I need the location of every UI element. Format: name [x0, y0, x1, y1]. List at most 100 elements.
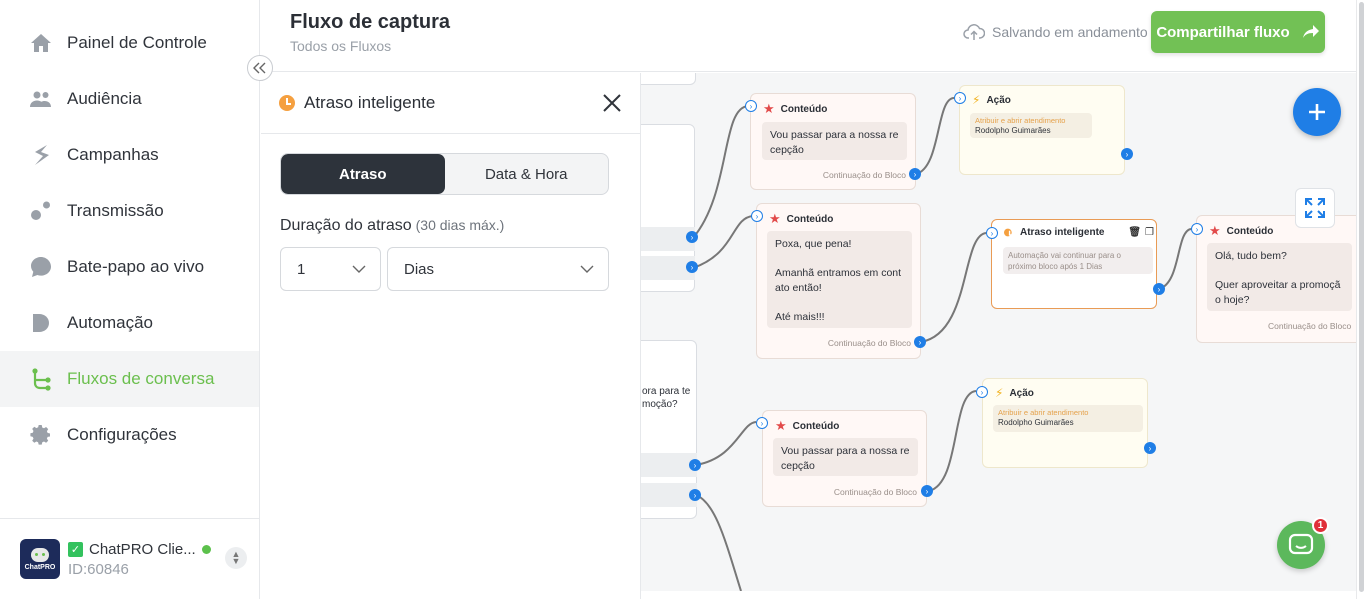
flow-canvas[interactable]: › › ora para te moção? › › ★ Conteúdo Vou…: [641, 73, 1356, 591]
action-tag: Atribuir e abrir atendimento Rodolpho Gu…: [970, 113, 1092, 138]
home-icon: [28, 30, 54, 56]
output-port[interactable]: ›: [686, 231, 698, 243]
sidebar-item-configuracoes[interactable]: Configurações: [0, 407, 259, 463]
close-icon[interactable]: [600, 91, 624, 115]
output-port[interactable]: ›: [1121, 148, 1133, 160]
share-arrow-icon: [1302, 25, 1319, 38]
account-switcher[interactable]: ChatPRO ✓ ChatPRO Clie... ID:60846 ▲ ▼: [0, 518, 260, 599]
star-icon: ★: [1209, 223, 1221, 238]
input-port[interactable]: ›: [954, 92, 966, 104]
double-chevron-left-icon: [253, 62, 266, 74]
sidebar-item-bate-papo[interactable]: Bate-papo ao vivo: [0, 239, 259, 295]
sidebar-nav: Painel de Controle Audiência Campanhas T…: [0, 0, 259, 463]
sidebar-item-label: Fluxos de conversa: [67, 369, 215, 388]
content-node-2[interactable]: ★ Conteúdo Poxa, que pena! Amanhã entramo…: [756, 203, 921, 359]
continue-label: Continuação do Bloco: [833, 487, 917, 497]
smart-delay-panel: Atraso inteligente Atraso Data & Hora Du…: [261, 73, 641, 599]
chevron-down-icon: [352, 265, 366, 273]
output-port[interactable]: ›: [909, 168, 921, 180]
sidebar-item-label: Bate-papo ao vivo: [67, 257, 205, 276]
breadcrumb[interactable]: Todos os Fluxos: [290, 38, 391, 54]
panel-header: Atraso inteligente: [261, 73, 640, 134]
duplicate-icon[interactable]: ❐: [1145, 227, 1154, 238]
add-block-button[interactable]: [1293, 88, 1341, 136]
share-flow-button[interactable]: Compartilhar fluxo: [1151, 11, 1325, 53]
automation-icon: [28, 310, 54, 336]
expand-icon: [1305, 198, 1325, 218]
users-icon: [28, 86, 54, 112]
campaigns-icon: [28, 142, 54, 168]
star-icon: ★: [775, 418, 787, 433]
clock-icon: [1004, 228, 1013, 237]
duration-value-select[interactable]: 1: [280, 247, 381, 291]
sidebar-item-automacao[interactable]: Automação: [0, 295, 259, 351]
sidebar-item-label: Campanhas: [67, 145, 159, 164]
flow-icon: [28, 366, 54, 392]
sidebar-item-label: Transmissão: [67, 201, 164, 220]
input-port[interactable]: ›: [976, 386, 988, 398]
content-node-3[interactable]: ★ Conteúdo Olá, tudo bem? Quer aproveitar…: [1196, 215, 1356, 343]
sidebar-item-painel[interactable]: Painel de Controle: [0, 15, 259, 71]
output-port[interactable]: ›: [689, 489, 701, 501]
duration-unit-select[interactable]: Dias: [387, 247, 609, 291]
sidebar-item-label: Configurações: [67, 425, 177, 444]
online-status-dot: [201, 544, 211, 554]
action-tag: Atribuir e abrir atendimento Rodolpho Gu…: [993, 405, 1143, 432]
star-icon: ★: [763, 101, 775, 116]
notification-badge: 1: [1312, 517, 1329, 534]
page-header: Fluxo de captura Todos os Fluxos Salvand…: [261, 0, 1356, 72]
page-title: Fluxo de captura: [290, 11, 451, 33]
account-name: ChatPRO Clie...: [89, 540, 196, 558]
duration-label: Duração do atraso (30 dias máx.): [280, 217, 505, 234]
output-port[interactable]: ›: [1153, 283, 1165, 295]
input-port[interactable]: ›: [1191, 223, 1203, 235]
continue-label: Continuação do Bloco: [827, 338, 911, 348]
sidebar: Painel de Controle Audiência Campanhas T…: [0, 0, 260, 599]
support-chat-button[interactable]: 1: [1277, 517, 1329, 569]
account-info: ✓ ChatPRO Clie... ID:60846: [68, 541, 211, 578]
continue-label: Continuação do Bloco: [1268, 321, 1352, 331]
output-port[interactable]: ›: [686, 261, 698, 273]
account-logo: ChatPRO: [20, 539, 60, 579]
saving-status: Salvando em andamento: [963, 23, 1148, 41]
action-node-1[interactable]: ⚡ Ação Atribuir e abrir atendimento Rodol…: [959, 85, 1125, 175]
input-port[interactable]: ›: [751, 210, 763, 222]
partial-node-top[interactable]: [641, 73, 696, 85]
chat-icon: [1288, 533, 1314, 555]
output-port[interactable]: ›: [914, 336, 926, 348]
output-port[interactable]: ›: [1144, 442, 1156, 454]
content-node-1[interactable]: ★ Conteúdo Vou passar para a nossa re cep…: [750, 93, 916, 190]
sidebar-item-campanhas[interactable]: Campanhas: [0, 127, 259, 183]
input-port[interactable]: ›: [986, 227, 998, 239]
chevron-down-icon: [580, 265, 594, 273]
lightning-icon: ⚡: [972, 93, 981, 107]
collapse-sidebar-button[interactable]: [247, 55, 273, 81]
broadcast-icon: [28, 198, 54, 224]
robot-icon: [31, 547, 49, 562]
delay-summary: Automação vai continuar para o próximo b…: [1003, 247, 1153, 274]
continue-label: Continuação do Bloco: [822, 170, 906, 180]
sidebar-item-audiencia[interactable]: Audiência: [0, 71, 259, 127]
gear-icon: [28, 422, 54, 448]
tab-atraso[interactable]: Atraso: [281, 154, 445, 194]
content-node-4[interactable]: ★ Conteúdo Vou passar para a nossa re cep…: [762, 410, 927, 507]
output-port[interactable]: ›: [689, 459, 701, 471]
fit-view-button[interactable]: [1295, 188, 1335, 228]
sidebar-item-label: Audiência: [67, 89, 142, 108]
output-port[interactable]: ›: [921, 485, 933, 497]
tab-data-hora[interactable]: Data & Hora: [445, 154, 609, 194]
sidebar-item-transmissao[interactable]: Transmissão: [0, 183, 259, 239]
input-port[interactable]: ›: [756, 417, 768, 429]
action-node-2[interactable]: ⚡ Ação Atribuir e abrir atendimento Rodol…: [982, 378, 1148, 468]
scrollbar-thumb[interactable]: [1359, 2, 1364, 592]
sidebar-item-fluxos[interactable]: Fluxos de conversa: [0, 351, 259, 407]
whatsapp-check-icon: ✓: [68, 541, 83, 557]
message-bubble: Olá, tudo bem? Quer aproveitar a promoçã…: [1207, 243, 1352, 311]
account-switch-icon[interactable]: ▲ ▼: [225, 547, 247, 569]
panel-title: Atraso inteligente: [304, 93, 436, 112]
input-port[interactable]: ›: [745, 100, 757, 112]
account-id: ID:60846: [68, 560, 129, 578]
page-scrollbar[interactable]: [1356, 0, 1366, 599]
smart-delay-node[interactable]: Atraso inteligente 🗑 ❐ Automação vai con…: [991, 219, 1157, 309]
delete-icon[interactable]: 🗑: [1128, 227, 1141, 238]
